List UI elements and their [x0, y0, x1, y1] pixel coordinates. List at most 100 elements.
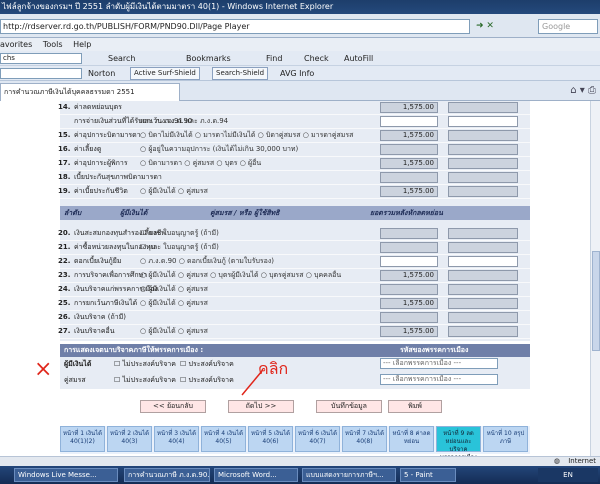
- toolbar-field[interactable]: chs: [0, 53, 82, 64]
- row-options[interactable]: ○ ผู้มีเงินได้ ○ คู่สมรส ○ บุตรผู้มีเงิน…: [140, 269, 341, 282]
- spouse-party-dropdown[interactable]: --- เลือกพรรคการเมือง ---: [380, 374, 498, 385]
- print-button[interactable]: พิมพ์: [388, 400, 442, 413]
- bookmarks-button[interactable]: Bookmarks: [186, 53, 231, 64]
- amount-value[interactable]: [380, 144, 438, 155]
- form-row: การจ่ายเงินส่วนที่ได้รับยกเว้น ภ.ง.ด.90 แ…: [60, 115, 530, 129]
- amount-value[interactable]: [380, 172, 438, 183]
- taskbar-item[interactable]: 5 - Paint: [400, 468, 456, 482]
- prev-button[interactable]: << ย้อนกลับ: [140, 400, 206, 413]
- menu-tools[interactable]: Tools: [43, 40, 63, 49]
- amount-value[interactable]: 1,575.00: [380, 298, 438, 309]
- row-options[interactable]: ☐ และ ใบอนุญาตรู้ (ถ้ามี): [140, 227, 219, 240]
- row-options[interactable]: และ ภ.ง.ด.91 และ ภ.ง.ด.94: [140, 115, 228, 128]
- row-options[interactable]: ○ ผู้มีเงินได้ ○ คู่สมรส: [140, 283, 208, 296]
- self-no-donate[interactable]: ☐ ไม่ประสงค์บริจาค: [114, 359, 176, 370]
- row-options[interactable]: ☐ และ ใบอนุญาตรู้ (ถ้ามี): [140, 241, 219, 254]
- page-tab[interactable]: หน้าที่ 4 เงินได้ 40(5): [201, 426, 246, 452]
- system-tray[interactable]: EN: [538, 468, 598, 482]
- row-options[interactable]: ○ บิดามารดา ○ คู่สมรส ○ บุตร ○ ผู้อื่น: [140, 157, 261, 170]
- amount-input-right[interactable]: [448, 256, 518, 267]
- row-label: ดอกเบี้ยเงินกู้ยืม: [74, 257, 122, 265]
- row-options[interactable]: ○ บิดาไม่มีเงินได้ ○ มารดาไม่มีเงินได้ ○…: [140, 129, 353, 142]
- row-number: 26.: [58, 313, 71, 321]
- next-button[interactable]: ถัดไป >>: [228, 400, 294, 413]
- row-options[interactable]: ○ ผู้มีเงินได้ ○ คู่สมรส: [140, 185, 208, 198]
- active-surf-shield-button[interactable]: Active Surf-Shield: [130, 67, 200, 80]
- taskbar: EN Windows Live Messe... การคำนวณภาษี ภ.ง…: [0, 466, 600, 484]
- spouse-donate[interactable]: ☐ ประสงค์บริจาค: [180, 375, 234, 386]
- row-label: เบี้ยประกันสุขภาพบิดามารดา: [74, 173, 162, 181]
- amount-box[interactable]: [448, 102, 518, 113]
- search-button[interactable]: Search: [108, 53, 135, 64]
- autofill-button[interactable]: AutoFill: [344, 53, 373, 64]
- amount-input[interactable]: [380, 256, 438, 267]
- tab-bar: การคำนวณภาษีเงินได้บุคคลธรรมดา 2551 ⌂ ▾ …: [0, 81, 600, 101]
- page-tab[interactable]: หน้าที่ 7 เงินได้ 40(8): [342, 426, 387, 452]
- amount-value[interactable]: [380, 242, 438, 253]
- amount-box[interactable]: [448, 228, 518, 239]
- amount-value[interactable]: 1,575.00: [380, 130, 438, 141]
- amount-box[interactable]: [448, 242, 518, 253]
- form-row: 23. การบริจาคเพื่อการศึกษา ○ ผู้มีเงินได้ …: [58, 269, 530, 283]
- amount-input[interactable]: [380, 116, 438, 127]
- home-icon[interactable]: ⌂ ▾ ⎙: [570, 84, 596, 98]
- amount-box[interactable]: [448, 130, 518, 141]
- search-input[interactable]: Google: [538, 19, 598, 34]
- scroll-thumb[interactable]: [592, 251, 600, 351]
- amount-input-right[interactable]: [448, 116, 518, 127]
- taskbar-item[interactable]: การคำนวณภาษี ภ.ง.ด.90...: [124, 468, 210, 482]
- amount-value[interactable]: [380, 312, 438, 323]
- amount-box[interactable]: [448, 158, 518, 169]
- amount-value[interactable]: 1,575.00: [380, 186, 438, 197]
- page-tab[interactable]: หน้าที่ 2 เงินได้ 40(3): [107, 426, 152, 452]
- menu-help[interactable]: Help: [73, 40, 91, 49]
- amount-value[interactable]: 1,575.00: [380, 326, 438, 337]
- amount-value[interactable]: [380, 228, 438, 239]
- row-options[interactable]: ○ ผู้มีเงินได้ ○ คู่สมรส: [140, 297, 208, 310]
- amount-value[interactable]: 1,575.00: [380, 158, 438, 169]
- form-row: 16. ค่าเลี้ยงดู ○ ผู้อยู่ในความอุปการะ (เง…: [58, 143, 530, 157]
- amount-value[interactable]: 1,575.00: [380, 270, 438, 281]
- self-party-dropdown[interactable]: --- เลือกพรรคการเมือง ---: [380, 358, 498, 369]
- find-button[interactable]: Find: [266, 53, 282, 64]
- amount-box[interactable]: [448, 270, 518, 281]
- page-tab[interactable]: หน้าที่ 1 เงินได้ 40(1)(2): [60, 426, 105, 452]
- row-options[interactable]: ○ ผู้อยู่ในความอุปการะ (เงินได้ไม่เกิน 3…: [140, 143, 298, 156]
- page-tab[interactable]: หน้าที่ 9 ลดหย่อนและบริจาคพรรคการเมือง: [436, 426, 481, 456]
- amount-box[interactable]: [448, 284, 518, 295]
- vertical-scrollbar[interactable]: [590, 101, 600, 456]
- amount-box[interactable]: [448, 186, 518, 197]
- save-button[interactable]: บันทึกข้อมูล: [316, 400, 382, 413]
- page-tab[interactable]: หน้าที่ 8 ค่าลดหย่อน: [389, 426, 434, 452]
- amount-box[interactable]: [448, 298, 518, 309]
- taskbar-item[interactable]: Windows Live Messe...: [14, 468, 118, 482]
- amount-value[interactable]: 1,575.00: [380, 102, 438, 113]
- go-icon[interactable]: ➜ ✕: [476, 19, 534, 34]
- menu-favorites[interactable]: avorites: [0, 40, 32, 49]
- avg-field[interactable]: [0, 68, 82, 79]
- amount-box[interactable]: [448, 144, 518, 155]
- page-tab[interactable]: หน้าที่ 10 สรุปภาษี: [483, 426, 528, 452]
- page-tab[interactable]: หน้าที่ 5 เงินได้ 40(6): [248, 426, 293, 452]
- page-tab[interactable]: หน้าที่ 3 เงินได้ 40(4): [154, 426, 199, 452]
- page-tab[interactable]: หน้าที่ 6 เงินได้ 40(7): [295, 426, 340, 452]
- self-donate[interactable]: ☐ ประสงค์บริจาค: [180, 359, 234, 370]
- avg-info-button[interactable]: AVG Info: [280, 68, 314, 79]
- deduction-form: 14. ค่าลดหย่อนบุตร 1,575.00 การจ่ายเงินส่วน…: [58, 101, 530, 341]
- amount-box[interactable]: [448, 172, 518, 183]
- row-options[interactable]: ○ ภ.ง.ด.90 ○ ดอกเบี้ยเงินกู้ (ตามใบรับรอ…: [140, 255, 274, 268]
- page-tabs: หน้าที่ 1 เงินได้ 40(1)(2) หน้าที่ 2 เงิน…: [60, 426, 530, 456]
- amount-box[interactable]: [448, 312, 518, 323]
- url-field[interactable]: http://rdserver.rd.go.th/PUBLISH/FORM/PN…: [0, 19, 470, 34]
- taskbar-item[interactable]: แบบแสดงรายการภาษีฯ...: [302, 468, 396, 482]
- form-row: 22. ดอกเบี้ยเงินกู้ยืม ○ ภ.ง.ด.90 ○ ดอกเบี…: [58, 255, 530, 269]
- amount-box[interactable]: [448, 326, 518, 337]
- tab-current[interactable]: การคำนวณภาษีเงินได้บุคคลธรรมดา 2551: [0, 83, 180, 101]
- check-button[interactable]: Check: [304, 53, 329, 64]
- amount-value[interactable]: [380, 284, 438, 295]
- taskbar-item[interactable]: Microsoft Word...: [214, 468, 298, 482]
- spouse-no-donate[interactable]: ☐ ไม่ประสงค์บริจาค: [114, 375, 176, 386]
- norton-label[interactable]: Norton: [88, 68, 115, 79]
- row-options[interactable]: ○ ผู้มีเงินได้ ○ คู่สมรส: [140, 325, 208, 338]
- search-shield-button[interactable]: Search-Shield: [212, 67, 269, 80]
